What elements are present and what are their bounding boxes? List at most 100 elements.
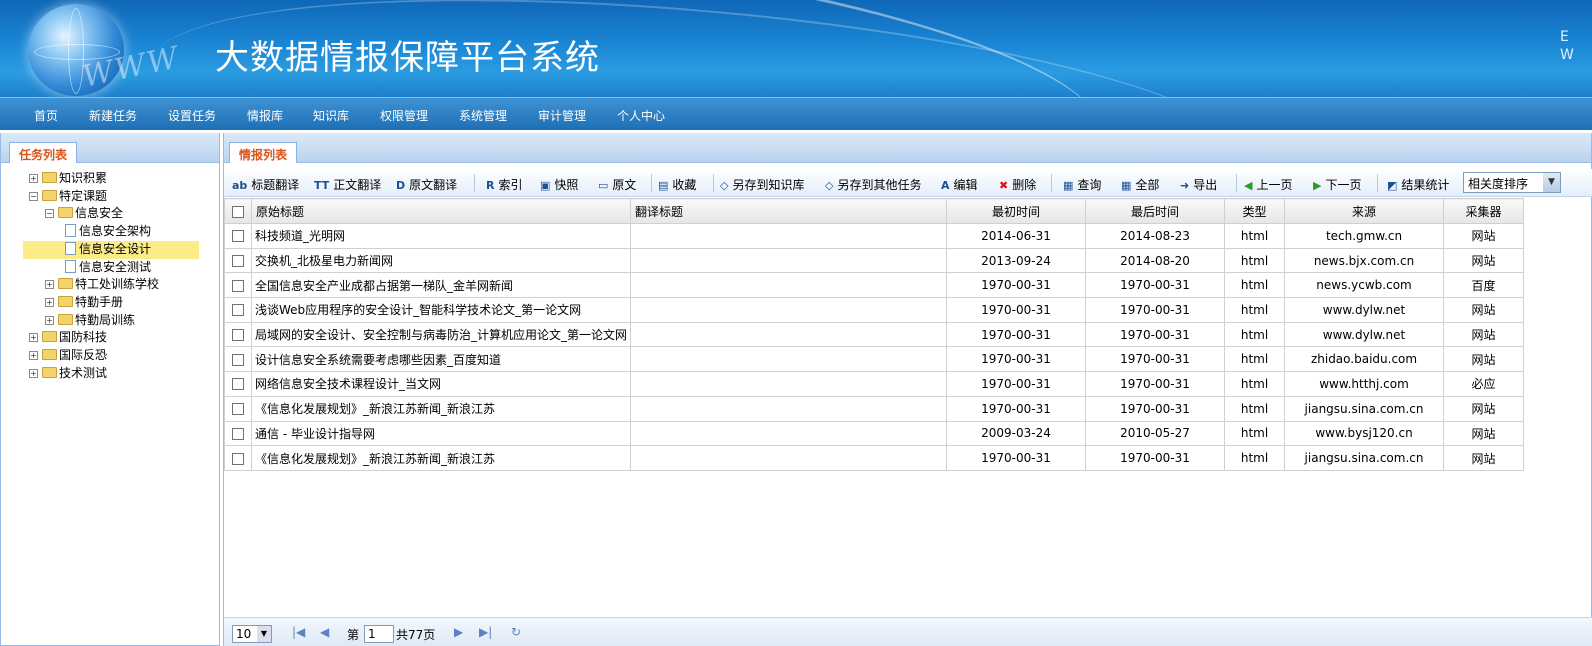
- col-original-title[interactable]: 原始标题: [250, 198, 632, 224]
- row-checkbox-cell[interactable]: [224, 223, 252, 249]
- nav-item-personal-center[interactable]: 个人中心: [617, 107, 665, 124]
- col-translated-title[interactable]: 翻译标题: [630, 198, 948, 224]
- table-row[interactable]: 科技频道_光明网 2014-06-31 2014-08-23 html tech.gmw…: [224, 223, 1525, 249]
- tree-node[interactable]: + 特工处训练学校: [45, 276, 159, 294]
- cell-title[interactable]: 《信息化发展规划》_新浪江苏新闻_新浪江苏: [250, 395, 632, 422]
- table-row[interactable]: 设计信息安全系统需要考虑哪些因素_百度知道 1970-00-31 1970-00-3…: [224, 346, 1525, 373]
- select-all-checkbox[interactable]: [232, 205, 244, 218]
- row-checkbox-cell[interactable]: [224, 247, 252, 274]
- page-size-select[interactable]: 10 ▼: [232, 625, 272, 643]
- original-button[interactable]: ▭ 原文: [598, 176, 636, 193]
- cell-title[interactable]: 浅谈Web应用程序的安全设计_智能科学技术论文_第一论文网: [250, 297, 632, 323]
- col-first-time[interactable]: 最初时间: [946, 198, 1087, 224]
- expand-icon[interactable]: +: [45, 297, 54, 307]
- row-checkbox[interactable]: [232, 255, 244, 268]
- nav-item-system-admin[interactable]: 系统管理: [459, 107, 507, 124]
- tree-node[interactable]: − 特定课题: [29, 188, 107, 206]
- cell-title[interactable]: 《信息化发展规划》_新浪江苏新闻_新浪江苏: [250, 445, 632, 471]
- col-collector[interactable]: 采集器: [1443, 198, 1525, 224]
- row-checkbox[interactable]: [232, 378, 244, 391]
- row-checkbox[interactable]: [232, 329, 244, 342]
- original-translate-button[interactable]: D 原文翻译: [396, 176, 457, 193]
- expand-icon[interactable]: +: [29, 351, 38, 360]
- nav-item-knowledge-base[interactable]: 知识库: [313, 107, 349, 124]
- title-translate-button[interactable]: ab 标题翻译: [232, 176, 299, 193]
- table-row[interactable]: 《信息化发展规划》_新浪江苏新闻_新浪江苏 1970-00-31 1970-00-3…: [224, 445, 1525, 471]
- tree-node[interactable]: + 国防科技: [29, 329, 107, 347]
- collapse-icon[interactable]: −: [29, 191, 38, 201]
- favorite-button[interactable]: ▤ 收藏: [658, 176, 696, 193]
- nav-item-set-task[interactable]: 设置任务: [168, 107, 216, 124]
- nav-item-home[interactable]: 首页: [34, 107, 58, 124]
- table-row[interactable]: 《信息化发展规划》_新浪江苏新闻_新浪江苏 1970-00-31 1970-00-3…: [224, 395, 1525, 422]
- page-number-input[interactable]: 1: [364, 625, 394, 643]
- tree-node[interactable]: + 知识积累: [29, 170, 107, 188]
- nav-item-permissions[interactable]: 权限管理: [380, 107, 428, 124]
- prev-page-button[interactable]: ◀ 上一页: [1244, 176, 1292, 193]
- row-checkbox[interactable]: [232, 304, 244, 317]
- collapse-icon[interactable]: −: [45, 209, 54, 219]
- tree-node[interactable]: + 技术测试: [29, 365, 107, 383]
- tree-node[interactable]: 信息安全测试: [61, 259, 151, 277]
- col-type[interactable]: 类型: [1224, 198, 1286, 224]
- expand-icon[interactable]: +: [45, 280, 54, 290]
- chevron-down-icon[interactable]: ▼: [1543, 173, 1560, 192]
- row-checkbox-cell[interactable]: [224, 297, 252, 323]
- prev-page-icon[interactable]: ◀: [320, 625, 329, 639]
- col-last-time[interactable]: 最后时间: [1085, 198, 1226, 224]
- row-checkbox-cell[interactable]: [224, 371, 252, 397]
- row-checkbox[interactable]: [232, 353, 244, 366]
- edit-button[interactable]: A 编辑: [941, 176, 978, 193]
- tree-node[interactable]: − 信息安全: [45, 205, 123, 223]
- tree-node[interactable]: 信息安全架构: [61, 223, 151, 241]
- next-page-icon[interactable]: ▶: [454, 625, 463, 639]
- query-button[interactable]: ▦ 查询: [1063, 176, 1101, 193]
- cell-title[interactable]: 局域网的安全设计、安全控制与病毒防治_计算机应用论文_第一论文网: [250, 321, 632, 348]
- row-checkbox-cell[interactable]: [224, 321, 252, 348]
- last-page-icon[interactable]: ▶|: [479, 625, 492, 639]
- select-all-checkbox-cell[interactable]: [224, 198, 252, 224]
- cell-title[interactable]: 全国信息安全产业成都占据第一梯队_金羊网新闻: [250, 272, 632, 299]
- nav-item-new-task[interactable]: 新建任务: [89, 107, 137, 124]
- cell-title[interactable]: 设计信息安全系统需要考虑哪些因素_百度知道: [250, 346, 632, 373]
- snapshot-button[interactable]: ▣ 快照: [540, 176, 578, 193]
- table-row[interactable]: 交换机_北极星电力新闻网 2013-09-24 2014-08-20 html news…: [224, 247, 1525, 274]
- tree-node[interactable]: + 特勤局训练: [45, 312, 135, 330]
- result-stats-button[interactable]: ◩ 结果统计: [1387, 176, 1449, 193]
- table-row[interactable]: 浅谈Web应用程序的安全设计_智能科学技术论文_第一论文网 1970-00-31 1…: [224, 297, 1525, 323]
- tree-node[interactable]: + 特勤手册: [45, 294, 123, 312]
- nav-item-intel-library[interactable]: 情报库: [247, 107, 283, 124]
- row-checkbox[interactable]: [232, 403, 244, 416]
- table-row[interactable]: 通信 - 毕业设计指导网 2009-03-24 2010-05-27 html www.…: [224, 420, 1525, 447]
- index-button[interactable]: R 索引: [486, 176, 523, 193]
- all-button[interactable]: ▦ 全部: [1121, 176, 1159, 193]
- refresh-icon[interactable]: ↻: [511, 625, 521, 639]
- table-row[interactable]: 全国信息安全产业成都占据第一梯队_金羊网新闻 1970-00-31 1970-00-…: [224, 272, 1525, 299]
- row-checkbox[interactable]: [232, 452, 244, 465]
- row-checkbox-cell[interactable]: [224, 395, 252, 422]
- sort-order-select[interactable]: 相关度排序 ▼: [1463, 172, 1561, 193]
- tree-node[interactable]: 信息安全设计: [23, 240, 199, 259]
- chevron-down-icon[interactable]: ▼: [257, 626, 271, 642]
- nav-item-audit[interactable]: 审计管理: [538, 107, 586, 124]
- table-row[interactable]: 网络信息安全技术课程设计_当文网 1970-00-31 1970-00-31 html…: [224, 371, 1525, 397]
- tab-task-list[interactable]: 任务列表: [9, 142, 78, 163]
- next-page-button[interactable]: ▶ 下一页: [1313, 176, 1361, 193]
- tab-intel-list[interactable]: 情报列表: [229, 142, 298, 163]
- cell-title[interactable]: 通信 - 毕业设计指导网: [250, 420, 632, 447]
- first-page-icon[interactable]: |◀: [292, 625, 305, 639]
- expand-icon[interactable]: +: [45, 315, 54, 325]
- row-checkbox[interactable]: [232, 230, 244, 243]
- body-translate-button[interactable]: TT 正文翻译: [314, 176, 381, 193]
- expand-icon[interactable]: +: [29, 333, 38, 343]
- expand-icon[interactable]: +: [29, 174, 38, 183]
- row-checkbox-cell[interactable]: [224, 420, 252, 447]
- save-to-other-task-button[interactable]: ◇ 另存到其他任务: [825, 176, 921, 193]
- export-button[interactable]: ➜ 导出: [1180, 176, 1217, 193]
- row-checkbox[interactable]: [232, 427, 244, 440]
- tree-node[interactable]: + 国际反恐: [29, 347, 107, 365]
- save-to-knowledge-button[interactable]: ◇ 另存到知识库: [720, 176, 804, 193]
- row-checkbox[interactable]: [232, 279, 244, 292]
- row-checkbox-cell[interactable]: [224, 346, 252, 373]
- row-checkbox-cell[interactable]: [224, 445, 252, 471]
